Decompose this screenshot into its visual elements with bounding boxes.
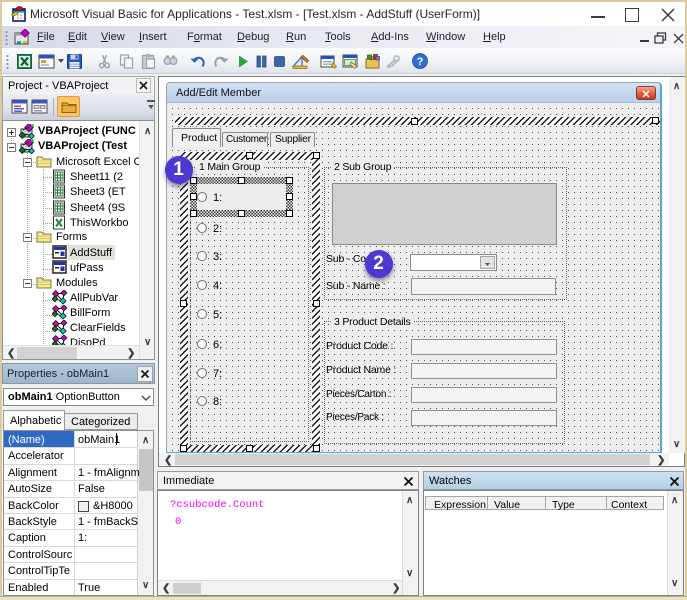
svg-text:?: ? (417, 56, 424, 68)
